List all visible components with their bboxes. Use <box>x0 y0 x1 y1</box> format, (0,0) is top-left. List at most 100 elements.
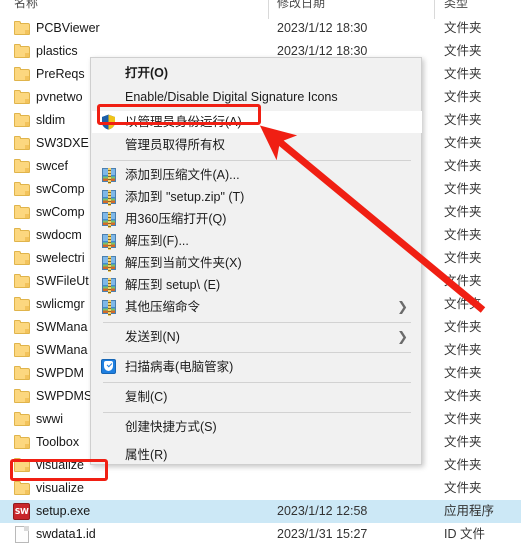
file-type-cell: 文件夹 <box>444 182 482 196</box>
menu-item-label: 其他压缩命令 <box>125 300 201 314</box>
archive-icon <box>102 278 116 294</box>
file-type-cell: 文件夹 <box>444 159 482 173</box>
application-icon: SW <box>13 503 30 520</box>
archive-icon <box>102 212 116 228</box>
menu-item[interactable]: 解压到(F)... <box>92 230 422 252</box>
menu-item[interactable]: 创建快捷方式(S) <box>92 416 422 438</box>
file-type-cell: 文件夹 <box>444 90 482 104</box>
file-type-cell: 文件夹 <box>444 274 482 288</box>
file-icon <box>15 526 29 543</box>
folder-icon <box>14 389 31 404</box>
file-type-cell: 文件夹 <box>444 458 482 472</box>
folder-icon <box>14 412 31 427</box>
menu-item[interactable]: 复制(C) <box>92 386 422 408</box>
archive-icon <box>102 190 116 206</box>
menu-item[interactable]: 管理员取得所有权 <box>92 134 422 156</box>
menu-item-label: 管理员取得所有权 <box>125 138 226 152</box>
file-type-cell: 文件夹 <box>444 205 482 219</box>
folder-icon <box>14 320 31 335</box>
folder-icon <box>14 21 31 36</box>
folder-icon <box>14 44 31 59</box>
file-name-cell: plastics <box>36 44 78 58</box>
menu-item-label: 添加到压缩文件(A)... <box>125 168 240 182</box>
column-header-date[interactable]: 修改日期 <box>277 0 325 16</box>
file-type-cell: 文件夹 <box>444 389 482 403</box>
file-name-cell: SWPDMS <box>36 389 93 403</box>
chevron-right-icon: ❯ <box>397 299 408 314</box>
folder-icon <box>14 205 31 220</box>
menu-item[interactable]: 解压到当前文件夹(X) <box>92 252 422 274</box>
menu-item[interactable]: 其他压缩命令 ❯ <box>92 296 422 318</box>
file-type-cell: 文件夹 <box>444 481 482 495</box>
setup-exe-highlight <box>10 459 108 481</box>
archive-icon <box>102 256 116 272</box>
file-type-cell: 文件夹 <box>444 113 482 127</box>
menu-separator <box>103 382 411 383</box>
column-header-type[interactable]: 类型 <box>444 0 468 16</box>
file-type-cell: 文件夹 <box>444 366 482 380</box>
run-as-admin-highlight <box>97 104 261 125</box>
menu-item-label: 创建快捷方式(S) <box>125 420 217 434</box>
column-header-name[interactable]: 名称 <box>14 0 38 16</box>
file-name-cell: swComp <box>36 205 85 219</box>
folder-icon <box>14 251 31 266</box>
menu-item[interactable]: 属性(R) <box>92 444 422 466</box>
file-name-cell: setup.exe <box>36 504 91 518</box>
folder-icon <box>14 297 31 312</box>
menu-item[interactable]: 用360压缩打开(Q) <box>92 208 422 230</box>
table-row[interactable]: SW setup.exe 2023/1/12 12:58 应用程序 <box>0 500 521 523</box>
file-name-cell: SW3DXE <box>36 136 89 150</box>
table-row[interactable]: PCBViewer 2023/1/12 18:30 文件夹 <box>0 17 521 40</box>
file-type-cell: 文件夹 <box>444 251 482 265</box>
menu-item[interactable]: 发送到(N) ❯ <box>92 326 422 348</box>
file-name-cell: SWFileUt <box>36 274 89 288</box>
folder-icon <box>14 67 31 82</box>
archive-icon <box>102 234 116 250</box>
folder-icon <box>14 274 31 289</box>
file-name-cell: swelectri <box>36 251 85 265</box>
file-type-cell: 文件夹 <box>444 435 482 449</box>
menu-separator <box>103 160 411 161</box>
menu-item[interactable]: 扫描病毒(电脑管家) <box>92 356 422 378</box>
file-name-cell: SWMana <box>36 343 88 357</box>
file-name-cell: sldim <box>36 113 66 127</box>
file-type-cell: 文件夹 <box>444 228 482 242</box>
file-type-cell: 应用程序 <box>444 504 495 518</box>
menu-item-label: 解压到(F)... <box>125 234 189 248</box>
folder-icon <box>14 343 31 358</box>
folder-icon <box>14 182 31 197</box>
file-name-cell: SWPDM <box>36 366 84 380</box>
file-name-cell: PCBViewer <box>36 21 100 35</box>
file-name-cell: swdata1.id <box>36 527 96 541</box>
folder-icon <box>14 136 31 151</box>
menu-item-label: 属性(R) <box>125 448 168 462</box>
folder-icon <box>14 366 31 381</box>
file-date-cell: 2023/1/31 15:27 <box>277 527 368 541</box>
menu-separator <box>103 352 411 353</box>
menu-item-label: 打开(O) <box>125 66 169 80</box>
file-name-cell: swwi <box>36 412 64 426</box>
file-name-cell: swlicmgr <box>36 297 85 311</box>
file-type-cell: 文件夹 <box>444 412 482 426</box>
file-name-cell: SWMana <box>36 320 88 334</box>
file-name-cell: Toolbox <box>36 435 80 449</box>
menu-item-label: 用360压缩打开(Q) <box>125 212 227 226</box>
menu-item[interactable]: 添加到压缩文件(A)... <box>92 164 422 186</box>
file-name-cell: swComp <box>36 182 85 196</box>
file-type-cell: 文件夹 <box>444 320 482 334</box>
menu-separator <box>103 322 411 323</box>
table-row[interactable]: swdata1.id 2023/1/31 15:27 ID 文件 <box>0 523 521 546</box>
file-name-cell: swcef <box>36 159 68 173</box>
file-name-cell: swdocm <box>36 228 82 242</box>
file-name-cell: PreReqs <box>36 67 85 81</box>
file-type-cell: 文件夹 <box>444 21 482 35</box>
menu-item[interactable]: 添加到 "setup.zip" (T) <box>92 186 422 208</box>
menu-item[interactable]: 打开(O) <box>92 62 422 84</box>
menu-item[interactable]: 解压到 setup\ (E) <box>92 274 422 296</box>
menu-separator <box>103 412 411 413</box>
antivirus-shield-icon <box>101 359 116 374</box>
file-type-cell: 文件夹 <box>444 136 482 150</box>
menu-item-label: 发送到(N) <box>125 330 180 344</box>
folder-icon <box>14 435 31 450</box>
menu-item-label: 添加到 "setup.zip" (T) <box>125 190 245 204</box>
